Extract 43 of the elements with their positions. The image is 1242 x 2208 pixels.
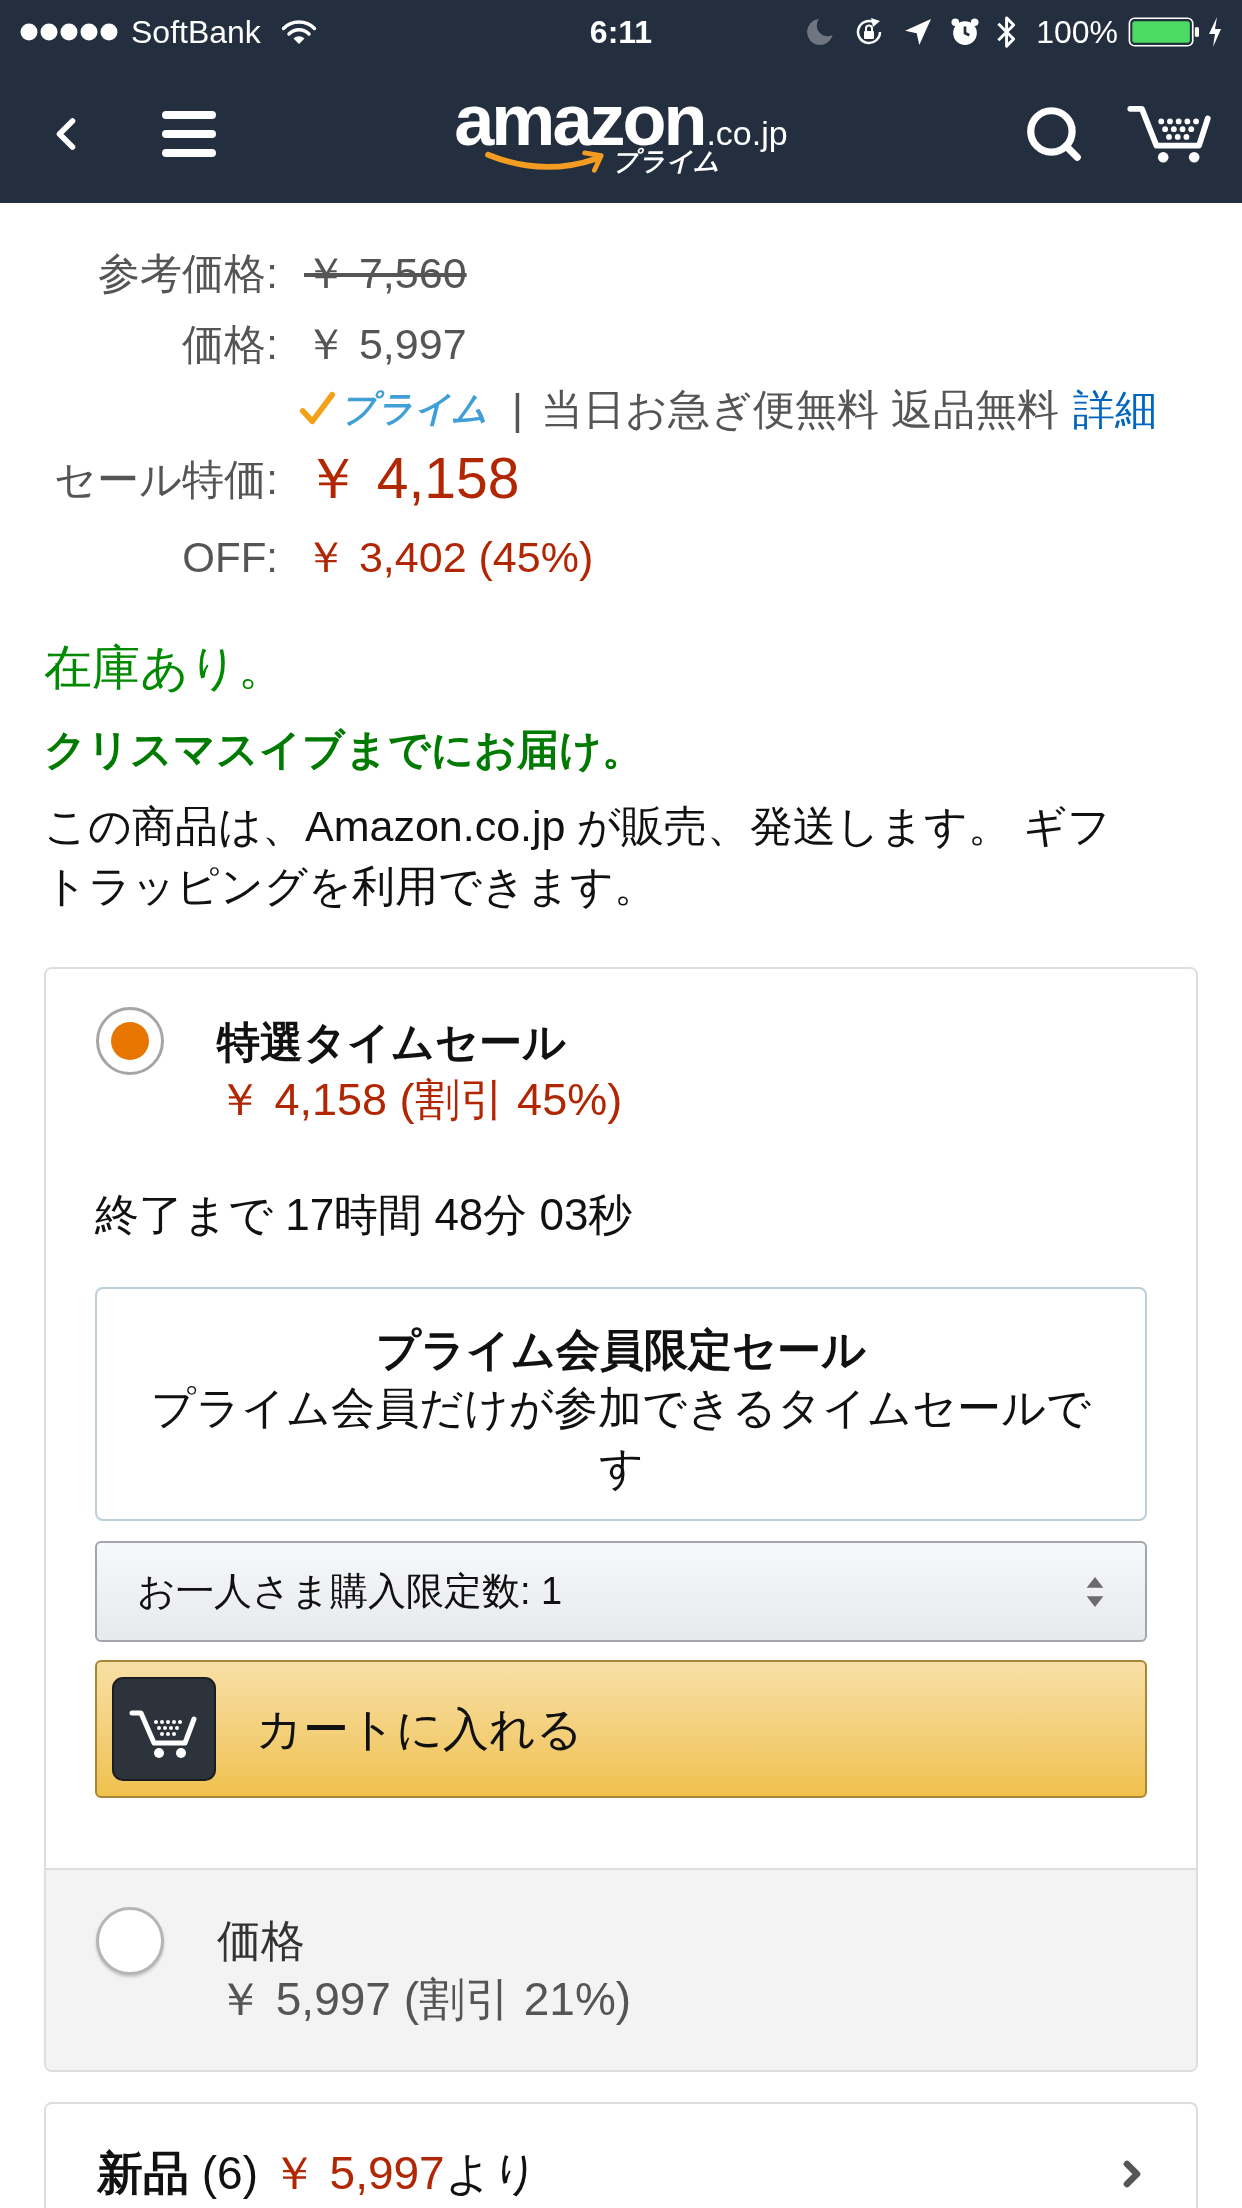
price-label: セール特価: <box>53 454 278 505</box>
price-label: OFF: <box>181 532 278 583</box>
status-time: 6:11 <box>589 16 653 48</box>
price-label: 価格: <box>181 319 278 370</box>
logo-tagline: プライム <box>612 148 721 174</box>
list-price-value: ￥ 7,560 <box>304 247 467 299</box>
details-link[interactable]: 詳細 <box>1072 377 1157 441</box>
offer-title: 価格 <box>217 1915 306 1967</box>
price-value: ￥ 5,997 <box>304 318 467 370</box>
prime-badge-text: プライム <box>340 391 488 427</box>
price-label: 参考価格: <box>97 248 278 299</box>
separator-text: | <box>512 384 523 435</box>
offer-price: ￥ 4,158 (割引 45%) <box>217 1073 623 1127</box>
quantity-select[interactable]: お一人さま購入限定数: 1 <box>95 1541 1147 1642</box>
location-arrow-icon <box>905 19 932 45</box>
new-offers-row[interactable]: 新品 (6) ￥ 5,997より <box>44 2102 1198 2208</box>
menu-icon[interactable] <box>162 110 216 157</box>
radio-button[interactable] <box>96 1907 164 1975</box>
logo-domain: .co.jp <box>706 116 788 150</box>
signal-dots-icon <box>20 23 120 41</box>
countdown-text: 終了まで 17時間 48分 03秒 <box>95 1189 634 1241</box>
offer-price: ￥ 5,997 (割引 21%) <box>217 1972 632 2027</box>
moon-icon <box>806 18 835 46</box>
new-offers-summary: 新品 (6) ￥ 5,997より <box>97 2146 539 2201</box>
notice-text: プライム会員だけが参加できるタイムセールです <box>150 1382 1092 1494</box>
wifi-icon <box>280 19 317 45</box>
carrier-name: SoftBank <box>131 16 261 48</box>
shipping-text: 当日お急ぎ便無料 返品無料 <box>540 384 1059 435</box>
savings-value: ￥ 3,402 (45%) <box>304 531 594 583</box>
add-to-cart-button[interactable]: カートに入れる <box>95 1660 1147 1798</box>
cart-icon <box>112 1677 216 1781</box>
charging-bolt-icon <box>1208 17 1222 47</box>
bluetooth-icon <box>996 15 1017 49</box>
notice-title: プライム会員限定セール <box>376 1324 866 1376</box>
offer-title: 特選タイムセール <box>217 1017 567 1068</box>
sale-price-value: ￥ 4,158 <box>304 445 520 513</box>
availability-text: 在庫あり。 <box>44 640 287 696</box>
seller-note: この商品は、Amazon.co.jp が販売、発送します。 ギフトラッピングを利用できます。 <box>44 801 1113 912</box>
cart-icon[interactable] <box>1126 103 1212 164</box>
battery-percent: 100% <box>1036 16 1118 48</box>
alarm-clock-icon <box>951 18 980 46</box>
battery-icon <box>1128 17 1200 47</box>
delivery-text: クリスマスイブまでにお届け。 <box>44 725 645 775</box>
